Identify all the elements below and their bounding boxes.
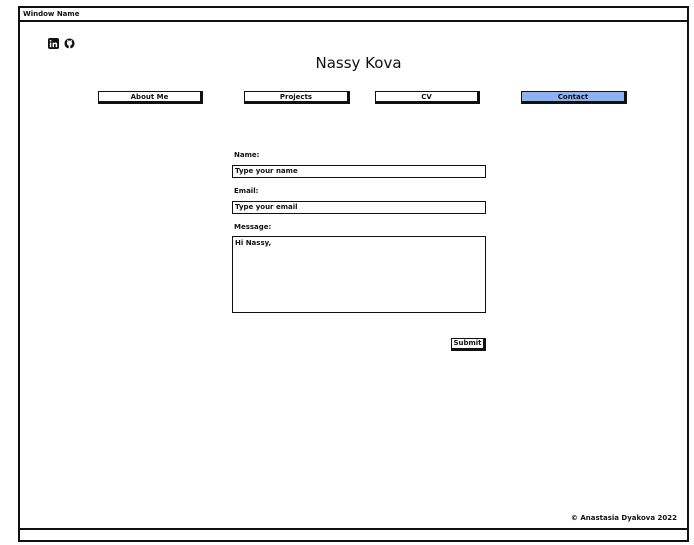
nav-cv-button[interactable]: CV — [375, 91, 480, 104]
status-bar — [20, 528, 687, 540]
nav-contact-button[interactable]: Contact — [521, 91, 627, 104]
window-title: Window Name — [20, 8, 687, 22]
email-label: Email: — [234, 187, 259, 195]
nav-about-me-button[interactable]: About Me — [98, 91, 203, 104]
message-textarea[interactable]: Hi Nassy, — [232, 236, 486, 313]
browser-window: Window Name Nassy Kova About Me Projects… — [18, 6, 689, 542]
github-icon[interactable] — [64, 38, 75, 49]
name-label: Name: — [234, 151, 260, 159]
message-label: Message: — [234, 223, 272, 231]
social-links — [48, 38, 75, 49]
footer-copyright: © Anastasia Dyakova 2022 — [570, 514, 677, 522]
submit-button[interactable]: Submit — [451, 338, 486, 351]
site-title: Nassy Kova — [315, 54, 402, 72]
nav-projects-button[interactable]: Projects — [244, 91, 350, 104]
email-input[interactable]: Type your email — [232, 201, 486, 214]
name-input[interactable]: Type your name — [232, 165, 486, 178]
linkedin-icon[interactable] — [48, 38, 59, 49]
